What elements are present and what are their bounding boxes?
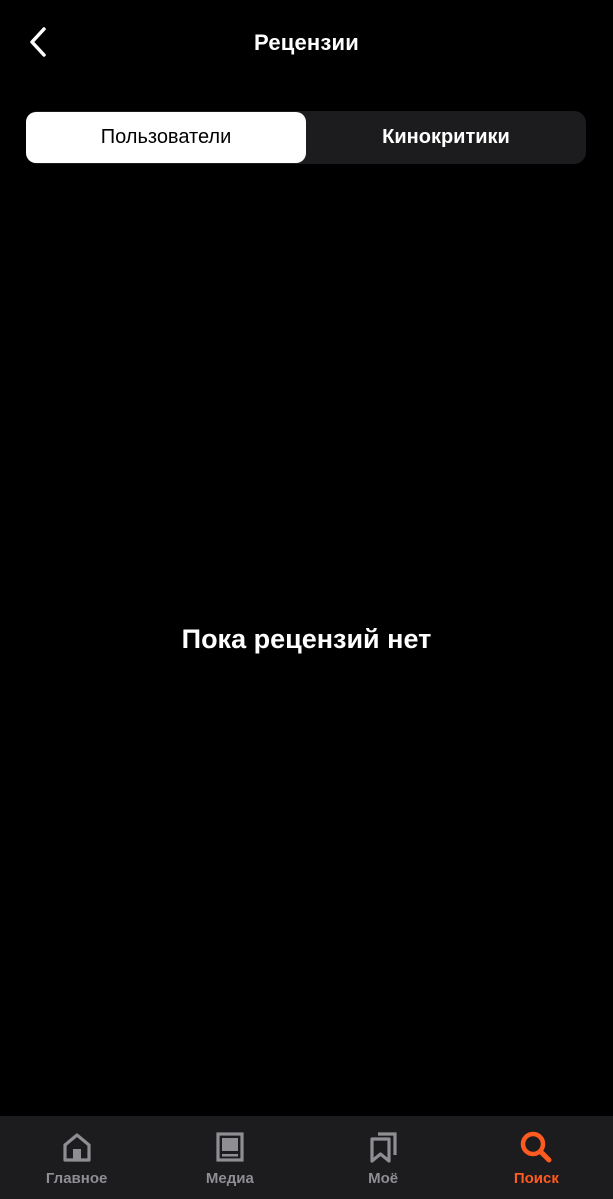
media-icon [213,1130,247,1164]
header: Рецензии [0,0,613,90]
tab-mine-label: Моё [368,1170,399,1187]
tab-media-label: Медиа [205,1170,254,1187]
tab-home[interactable]: Главное [0,1116,153,1199]
segment-users[interactable]: Пользователи [26,112,306,163]
page-title: Рецензии [254,30,359,55]
segmented-control: Пользователи Кинокритики [26,111,586,164]
tab-mine[interactable]: Моё [307,1116,460,1199]
reviews-screen: Рецензии Пользователи Кинокритики Пока р… [0,0,613,1199]
tab-home-label: Главное [45,1170,108,1187]
empty-state-message: Пока рецензий нет [181,624,432,654]
bookmarks-icon [366,1130,400,1164]
search-icon [519,1130,553,1164]
tab-search[interactable]: Поиск [460,1116,613,1199]
segment-critics[interactable]: Кинокритики [306,111,586,164]
tab-search-label: Поиск [513,1170,559,1187]
home-icon [60,1130,94,1164]
tab-media[interactable]: Медиа [153,1116,306,1199]
bottom-tab-bar: Главное Медиа Моё Поиск [0,1116,613,1199]
